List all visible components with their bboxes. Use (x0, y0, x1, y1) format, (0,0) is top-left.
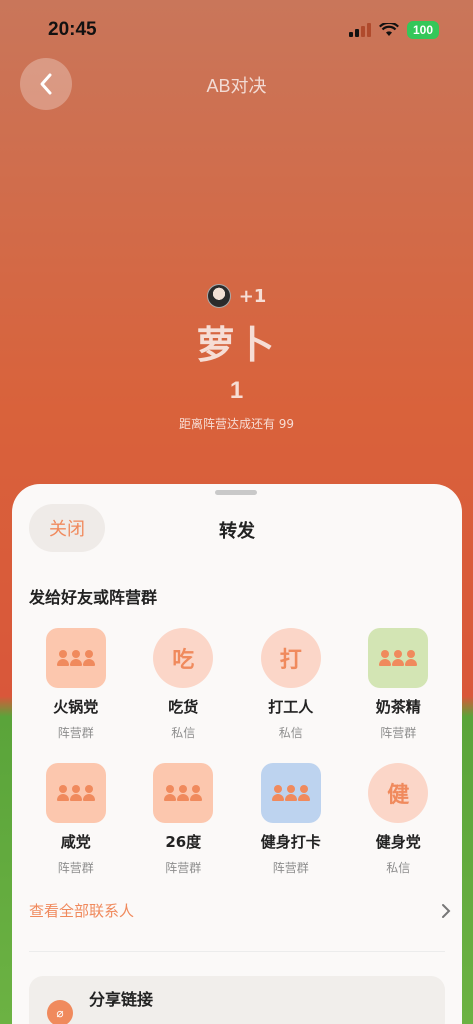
contact-type: 阵营群 (57, 726, 94, 740)
contact-type: 阵营群 (272, 861, 309, 875)
share-link-label: 分享链接 (89, 990, 154, 1009)
chevron-right-icon (442, 903, 451, 918)
people-icon (56, 785, 95, 801)
contact-avatar: 吃 (153, 628, 214, 688)
team-summary: +1 萝卜 1 距离阵营达成还有 99 (0, 284, 473, 432)
view-all-label: 查看全部联系人 (29, 902, 135, 920)
contact-type: 阵营群 (165, 861, 202, 875)
team-count: 1 (229, 377, 244, 404)
team-name: 萝卜 (196, 323, 277, 367)
people-icon (164, 785, 203, 801)
contact-item[interactable]: 火锅党 阵营群 (22, 628, 130, 741)
contact-name: 打工人 (268, 698, 314, 716)
contact-name: 火锅党 (53, 698, 99, 716)
wifi-icon (378, 23, 399, 36)
remaining-text: 距离阵营达成还有 99 (178, 417, 295, 431)
group-icon (368, 628, 429, 688)
group-icon (260, 763, 321, 823)
contact-item[interactable]: 健健身党 私信 (345, 763, 453, 876)
contact-name: 健身打卡 (260, 833, 321, 851)
member-plus-count: +1 (238, 285, 267, 307)
contact-grid: 火锅党 阵营群吃吃货 私信打打工人 私信 奶茶精 阵营群 咸党 阵营群 26度 阵营群 健身打卡 阵营… (22, 628, 452, 876)
contact-type: 私信 (386, 861, 411, 875)
contact-name: 奶茶精 (375, 698, 421, 716)
status-time: 20:45 (48, 19, 97, 40)
share-sheet: 关闭 转发 发给好友或阵营群 火锅党 阵营群吃吃货 私信打打工人 私信 奶茶精 阵营群 咸党… (12, 484, 462, 1024)
group-icon (45, 628, 106, 688)
group-icon (153, 763, 214, 823)
link-icon: ⌀ (47, 1000, 73, 1024)
sheet-title: 转发 (219, 521, 255, 542)
contact-name: 健身党 (375, 833, 421, 851)
contact-avatar: 打 (260, 628, 321, 688)
contact-type: 私信 (171, 726, 196, 740)
view-all-contacts[interactable]: 查看全部联系人 (29, 900, 451, 921)
share-link-button[interactable]: ⌀ 分享链接 (29, 976, 445, 1024)
people-icon (379, 650, 418, 666)
group-icon (45, 763, 106, 823)
contact-type: 私信 (278, 726, 303, 740)
contact-item[interactable]: 吃吃货 私信 (130, 628, 238, 741)
contact-item[interactable]: 健身打卡 阵营群 (237, 763, 345, 876)
contact-name: 26度 (165, 833, 202, 851)
status-bar: 20:45 100 (0, 0, 473, 60)
battery-indicator: 100 (406, 21, 439, 39)
contact-name: 吃货 (168, 698, 199, 716)
divider (29, 951, 445, 952)
contact-type: 阵营群 (57, 861, 94, 875)
section-title: 发给好友或阵营群 (29, 588, 158, 607)
contact-type: 阵营群 (380, 726, 417, 740)
people-icon (271, 785, 310, 801)
contact-item[interactable]: 26度阵营群 (130, 763, 238, 876)
page-title: AB对决 (206, 76, 267, 96)
contact-item[interactable]: 打打工人 私信 (237, 628, 345, 741)
status-icons: 100 (348, 21, 439, 39)
contact-item[interactable]: 咸党 阵营群 (22, 763, 130, 876)
contact-avatar: 健 (368, 763, 429, 823)
cellular-signal-icon (348, 23, 371, 37)
contact-name: 咸党 (60, 833, 91, 851)
contact-item[interactable]: 奶茶精 阵营群 (345, 628, 453, 741)
avatar (206, 284, 231, 308)
people-icon (56, 650, 95, 666)
member-row: +1 (0, 284, 473, 308)
sheet-grabber[interactable] (215, 490, 257, 495)
